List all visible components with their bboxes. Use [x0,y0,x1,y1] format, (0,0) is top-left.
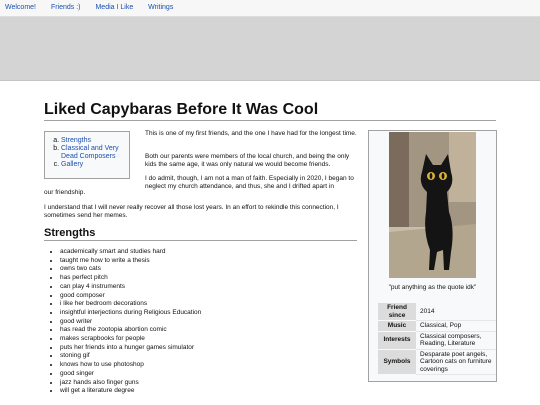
intro-paragraph: This is one of my first friends, and the… [145,130,357,137]
page-title: Liked Capybaras Before It Was Cool [44,101,319,118]
list-item: insightful interjections during Religiou… [60,309,360,318]
cat-photo [389,132,476,278]
rekindle-paragraph: I understand that I will never really re… [44,204,339,219]
list-item: knows how to use photoshop [60,361,360,370]
toc-link-gallery[interactable]: Gallery [61,161,83,168]
list-item: has perfect pitch [60,274,360,283]
row-label: Symbols [378,349,416,375]
row-label: Music [378,320,416,332]
toc-item: Classical and Very Dead Composers [61,145,129,161]
list-item: taught me how to write a thesis [60,257,360,266]
nav-link-friends[interactable]: Friends :) [51,4,81,11]
strengths-divider [44,240,357,241]
list-item: owns two cats [60,265,360,274]
list-item: i like her bedroom decorations [60,300,360,309]
header-banner [0,17,540,81]
row-label: Interests [378,331,416,350]
list-item: good composer [60,292,360,301]
strengths-list: academically smart and studies hard taug… [44,248,360,396]
row-label: Friend since [378,303,416,321]
table-row: Interests Classical composers, Reading, … [378,331,496,350]
faith-paragraph-continued: our friendship. [44,189,86,196]
row-value: Desparate poet angels, Cartoon cats on f… [416,349,496,375]
nav-link-media[interactable]: Media I Like [95,4,133,11]
list-item: can play 4 instruments [60,283,360,292]
black-cat-image [389,132,476,278]
infobox: "put anything as the quote idk" Friend s… [368,130,497,382]
list-item: makes scrapbooks for people [60,335,360,344]
list-item: good writer [60,318,360,327]
table-row: Friend since 2014 [378,303,496,321]
toc-link-strengths[interactable]: Strengths [61,137,91,144]
table-row: Symbols Desparate poet angels, Cartoon c… [378,349,496,375]
table-of-contents: Strengths Classical and Very Dead Compos… [44,131,130,179]
strengths-heading: Strengths [44,227,96,239]
infobox-caption: "put anything as the quote idk" [388,284,477,291]
nav-link-writings[interactable]: Writings [148,4,173,11]
table-row: Music Classical, Pop [378,320,496,332]
row-value: Classical composers, Reading, Literature [416,331,496,350]
list-item: puts her friends into a hunger games sim… [60,344,360,353]
list-item: has read the zootopia abortion comic [60,326,360,335]
row-value: Classical, Pop [416,320,496,332]
infobox-table: Friend since 2014 Music Classical, Pop I… [378,303,496,375]
toc-link-composers[interactable]: Classical and Very Dead Composers [61,145,119,160]
list-item: academically smart and studies hard [60,248,360,257]
list-item: will get a literature degree [60,387,360,396]
top-nav: Welcome! Friends :) Media I Like Writing… [0,0,540,17]
church-paragraph: Both our parents were members of the loc… [145,153,350,168]
title-divider [44,120,496,121]
nav-link-welcome[interactable]: Welcome! [5,4,36,11]
row-value: 2014 [416,303,496,321]
toc-item: Gallery [61,161,129,169]
list-item: jazz hands also finger guns [60,379,360,388]
list-item: stoning gif [60,352,360,361]
list-item: good singer [60,370,360,379]
toc-item: Strengths [61,137,129,145]
